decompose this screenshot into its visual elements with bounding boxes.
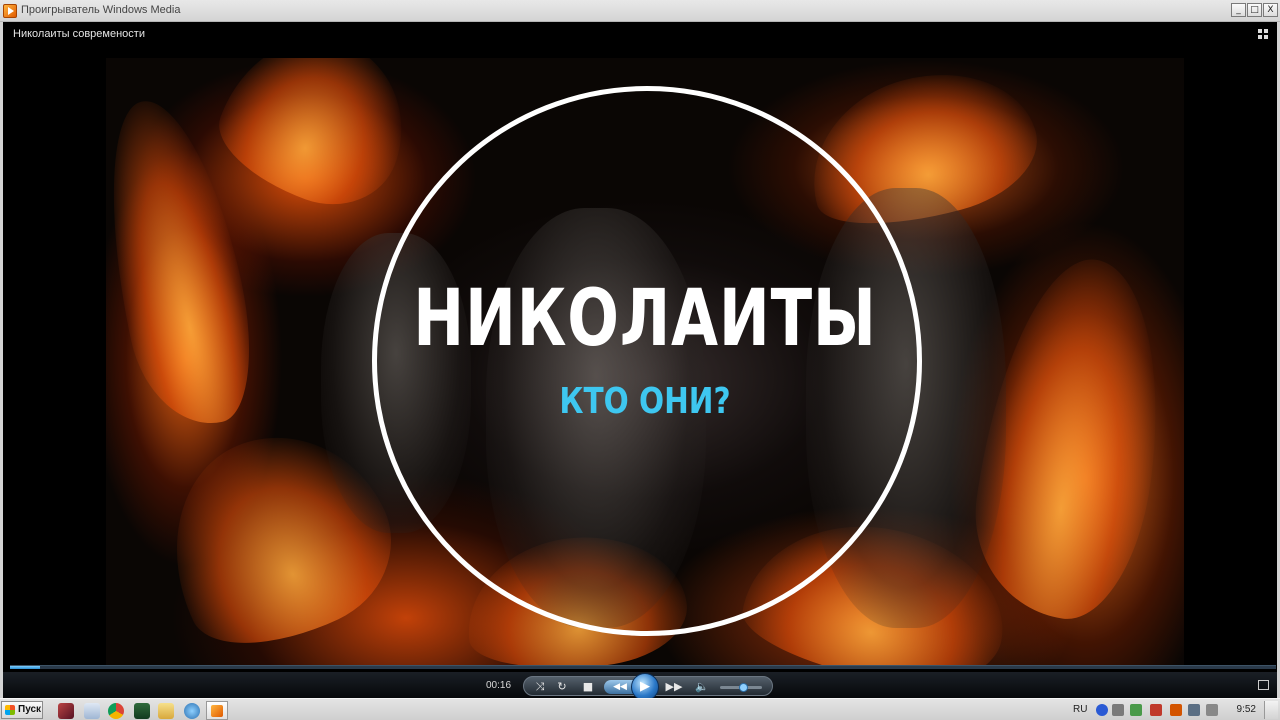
window-titlebar[interactable]: Проигрыватель Windows Media _ □ X (0, 0, 1280, 22)
media-player-task[interactable] (206, 701, 228, 720)
window-title: Проигрыватель Windows Media (21, 4, 181, 16)
play-button[interactable]: ▶ (631, 673, 659, 701)
transport-controls: ⤨ ↻ ■ ◀◀ ▶ ▶▶ 🔈 (523, 673, 773, 701)
update-icon[interactable] (1170, 704, 1182, 716)
chrome-icon[interactable] (108, 703, 124, 719)
video-frame[interactable]: НИКОЛАИТЫ КТО ОНИ? (106, 58, 1184, 665)
stop-button[interactable]: ■ (580, 679, 596, 695)
start-label: Пуск (18, 704, 42, 715)
media-player-icon (3, 4, 17, 18)
volume-icon[interactable]: 🔈 (694, 679, 710, 695)
media-player-icon (211, 705, 223, 717)
book-app-icon[interactable] (58, 703, 74, 719)
clock: 9:52 (1236, 704, 1256, 715)
seek-progress (10, 666, 41, 669)
next-button[interactable]: ▶▶ (664, 679, 684, 695)
repeat-button[interactable]: ↻ (554, 679, 570, 695)
shuffle-button[interactable]: ⤨ (532, 679, 548, 695)
volume-slider-knob[interactable] (739, 683, 749, 692)
player-area: Николаиты современости НИКОЛАИТЫ КТО ОНИ… (0, 22, 1280, 701)
flame-shape (204, 58, 428, 224)
fullscreen-icon[interactable] (1258, 680, 1269, 690)
network-app-icon[interactable] (184, 703, 200, 719)
taskbar: Пуск RU 9:52 (0, 698, 1280, 720)
start-button[interactable]: Пуск (1, 701, 43, 719)
minimize-button[interactable]: _ (1231, 3, 1246, 17)
video-headline: НИКОЛАИТЫ (413, 274, 877, 364)
window-controls: _ □ X (1231, 3, 1278, 17)
media-title: Николаиты современости (13, 28, 145, 40)
switch-to-library-icon[interactable] (1258, 29, 1269, 40)
windows-logo-icon (5, 705, 15, 715)
security-icon[interactable] (1150, 704, 1162, 716)
antivirus-icon[interactable] (1130, 704, 1142, 716)
folder-icon[interactable] (158, 703, 174, 719)
current-time: 00:16 (486, 680, 512, 691)
terminal-app-icon[interactable] (134, 703, 150, 719)
playback-controls: 00:16 ⤨ ↻ ■ ◀◀ ▶ ▶▶ 🔈 (3, 672, 1277, 701)
maximize-button[interactable]: □ (1247, 3, 1262, 17)
tray-arrow-icon[interactable] (1112, 704, 1124, 716)
seek-bar[interactable] (10, 665, 1276, 669)
help-icon[interactable] (1096, 704, 1108, 716)
show-desktop-button[interactable] (1264, 701, 1278, 719)
close-button[interactable]: X (1263, 3, 1278, 17)
language-indicator[interactable]: RU (1073, 704, 1087, 715)
document-app-icon[interactable] (84, 703, 100, 719)
speaker-icon[interactable] (1206, 704, 1218, 716)
video-subtitle: КТО ОНИ? (559, 381, 731, 422)
network-icon[interactable] (1188, 704, 1200, 716)
